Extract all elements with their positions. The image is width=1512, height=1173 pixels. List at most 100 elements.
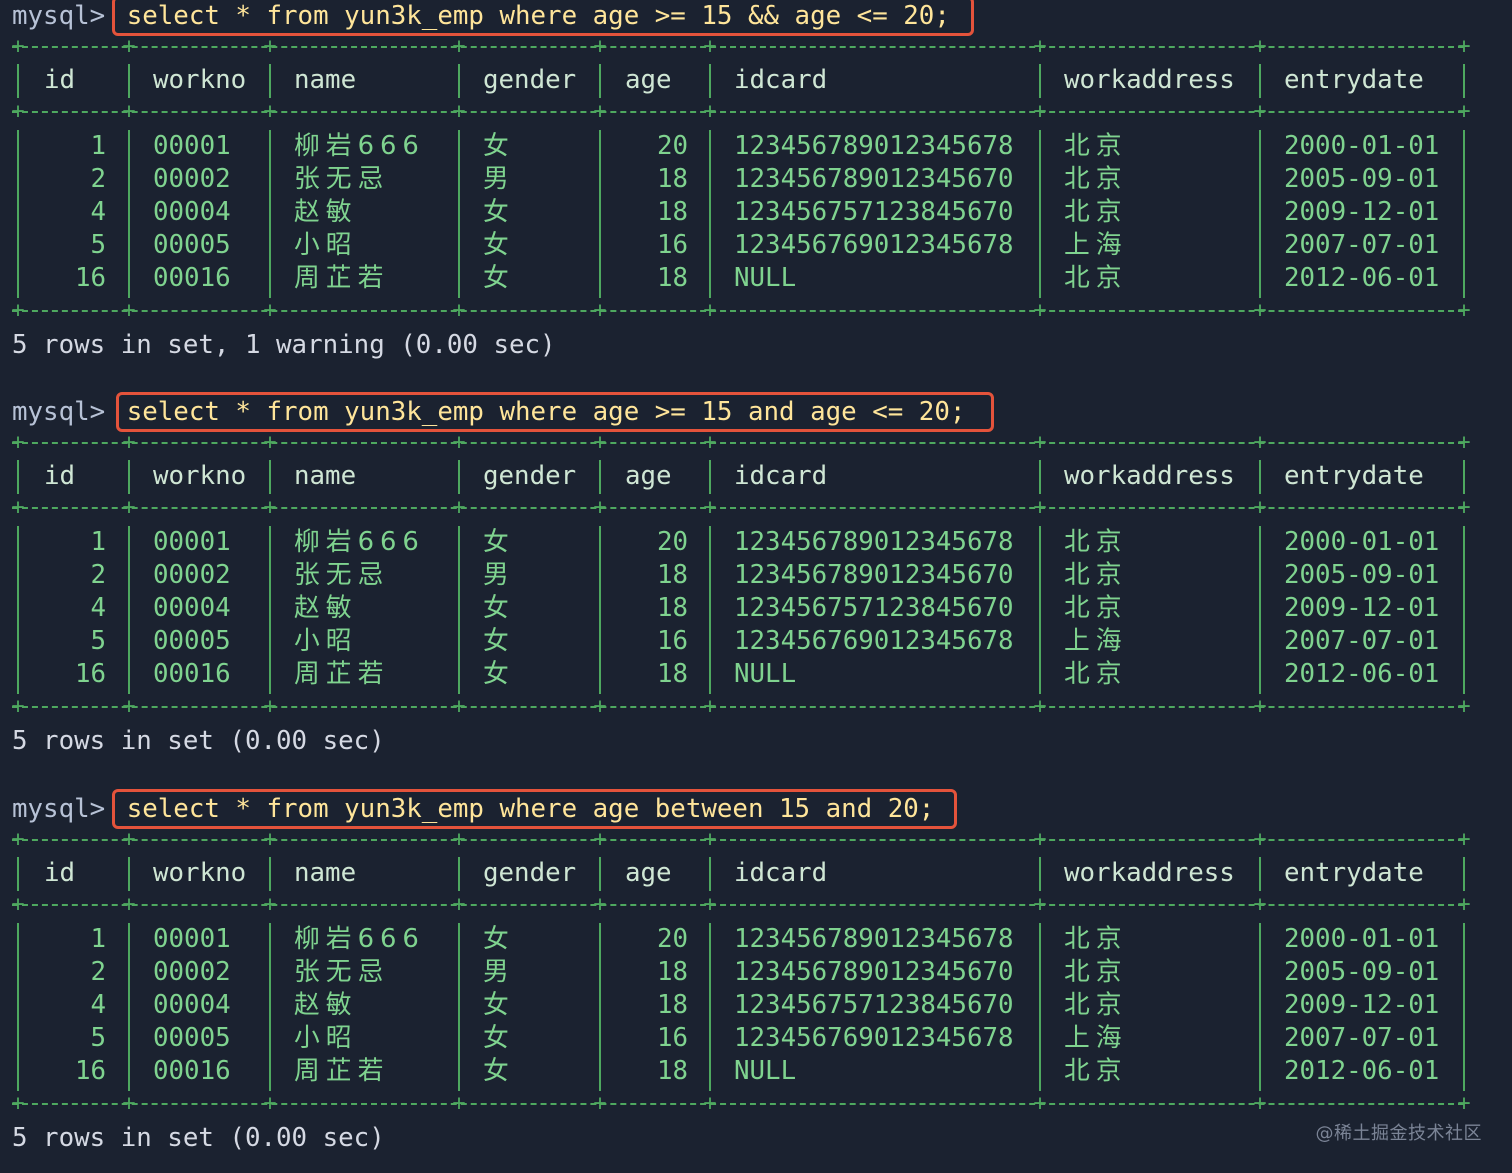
table-column-divider xyxy=(1463,64,1465,98)
table-cell-age: 20 xyxy=(656,527,688,557)
table-cell-name: 柳岩666 xyxy=(294,131,425,161)
table-corner: + xyxy=(263,34,277,59)
table-column-divider xyxy=(17,526,19,694)
table-cell-entrydate: 2000-01-01 xyxy=(1284,527,1440,557)
table-border-line: + + + + + + + + + xyxy=(11,694,1472,719)
table-cell-workno: 00004 xyxy=(153,197,231,227)
table-cell-age: 18 xyxy=(656,560,688,590)
table-border-line: + + + + + + + + + xyxy=(11,300,1472,322)
table-cell-workaddress: 北京 xyxy=(1064,957,1128,987)
table-corner: + xyxy=(1457,34,1471,59)
table-border-line: + + + + + + + + + xyxy=(11,892,1472,917)
table-border-line: + + + + + + + + + xyxy=(11,827,1472,852)
table-cell-entrydate: 2005-09-01 xyxy=(1284,957,1440,987)
table-column-divider xyxy=(128,130,130,298)
table-column-divider xyxy=(1039,130,1041,298)
table-column-divider xyxy=(458,857,460,891)
table-corner: + xyxy=(452,827,466,852)
table-cell-id: 1 xyxy=(90,527,106,557)
table-cell-workaddress: 北京 xyxy=(1064,197,1128,227)
table-corner: + xyxy=(593,495,607,520)
table-column-divider xyxy=(458,64,460,98)
table-cell-id: 2 xyxy=(90,957,106,987)
table-corner: + xyxy=(703,892,717,917)
column-header-idcard: idcard xyxy=(734,858,828,888)
column-header-idcard: idcard xyxy=(734,461,828,491)
table-cell-age: 18 xyxy=(656,593,688,623)
table-column-divider xyxy=(269,923,271,1091)
command-highlight-box xyxy=(112,789,957,829)
table-cell-name: 赵敏 xyxy=(294,197,358,227)
table-column-divider xyxy=(1039,923,1041,1091)
table-cell-idcard: 123456769012345678 xyxy=(734,1023,1014,1053)
table-corner: + xyxy=(1253,495,1267,520)
table-cell-id: 16 xyxy=(74,1056,106,1086)
table-corner: + xyxy=(263,430,277,455)
table-cell-gender: 女 xyxy=(483,1023,515,1053)
table-cell-id: 4 xyxy=(90,197,106,227)
table-corner: + xyxy=(11,34,25,59)
table-border-line: + + + + + + + + + xyxy=(11,34,1472,59)
table-cell-idcard: 123456757123845670 xyxy=(734,197,1014,227)
table-cell-gender: 女 xyxy=(483,659,515,689)
table-cell-name: 小昭 xyxy=(294,626,358,656)
table-column-divider xyxy=(128,64,130,98)
column-header-name: name xyxy=(294,65,357,95)
table-column-divider xyxy=(1463,526,1465,694)
column-header-id: id xyxy=(44,858,76,888)
table-corner: + xyxy=(122,495,136,520)
table-cell-workaddress: 北京 xyxy=(1064,164,1128,194)
column-header-age: age xyxy=(625,65,672,95)
table-column-divider xyxy=(128,526,130,694)
table-cell-workno: 00004 xyxy=(153,593,231,623)
table-column-divider xyxy=(599,857,601,891)
table-column-divider xyxy=(17,460,19,494)
table-corner: + xyxy=(1033,694,1047,719)
table-corner: + xyxy=(703,99,717,124)
table-column-divider xyxy=(269,526,271,694)
table-cell-gender: 女 xyxy=(483,626,515,656)
table-cell-entrydate: 2005-09-01 xyxy=(1284,560,1440,590)
table-column-divider xyxy=(1463,923,1465,1091)
table-column-divider xyxy=(1039,460,1041,494)
column-header-age: age xyxy=(625,461,672,491)
table-column-divider xyxy=(599,64,601,98)
table-corner: + xyxy=(122,694,136,719)
table-cell-entrydate: 2012-06-01 xyxy=(1284,1056,1440,1086)
table-corner: + xyxy=(263,495,277,520)
table-corner: + xyxy=(703,34,717,59)
table-cell-workaddress: 北京 xyxy=(1064,560,1128,590)
table-column-divider xyxy=(709,526,711,694)
column-header-id: id xyxy=(44,65,76,95)
table-cell-gender: 女 xyxy=(483,263,515,293)
table-column-divider xyxy=(709,460,711,494)
table-corner: + xyxy=(122,827,136,852)
result-summary: 5 rows in set (0.00 sec) xyxy=(12,1123,385,1153)
table-cell-id: 2 xyxy=(90,164,106,194)
table-corner: + xyxy=(593,892,607,917)
table-column-divider xyxy=(1259,460,1261,494)
table-cell-name: 张无忌 xyxy=(294,957,390,987)
table-column-divider xyxy=(17,64,19,98)
command-highlight-box xyxy=(112,0,974,36)
table-cell-gender: 男 xyxy=(483,560,515,590)
result-summary: 5 rows in set (0.00 sec) xyxy=(12,726,385,756)
table-cell-workno: 00005 xyxy=(153,626,231,656)
table-column-divider xyxy=(458,923,460,1091)
terminal-window[interactable]: mysql> select * from yun3k_emp where age… xyxy=(0,0,1512,1173)
table-corner: + xyxy=(452,495,466,520)
table-corner: + xyxy=(703,827,717,852)
table-corner: + xyxy=(593,99,607,124)
column-header-workno: workno xyxy=(153,461,247,491)
table-column-divider xyxy=(709,64,711,98)
table-cell-idcard: 123456757123845670 xyxy=(734,990,1014,1020)
table-cell-workaddress: 北京 xyxy=(1064,263,1128,293)
table-cell-idcard: 123456769012345678 xyxy=(734,230,1014,260)
table-column-divider xyxy=(458,460,460,494)
table-column-divider xyxy=(17,130,19,298)
table-corner: + xyxy=(452,1091,466,1116)
column-header-gender: gender xyxy=(483,858,577,888)
column-header-workaddress: workaddress xyxy=(1064,858,1235,888)
table-column-divider xyxy=(1039,857,1041,891)
table-column-divider xyxy=(709,857,711,891)
